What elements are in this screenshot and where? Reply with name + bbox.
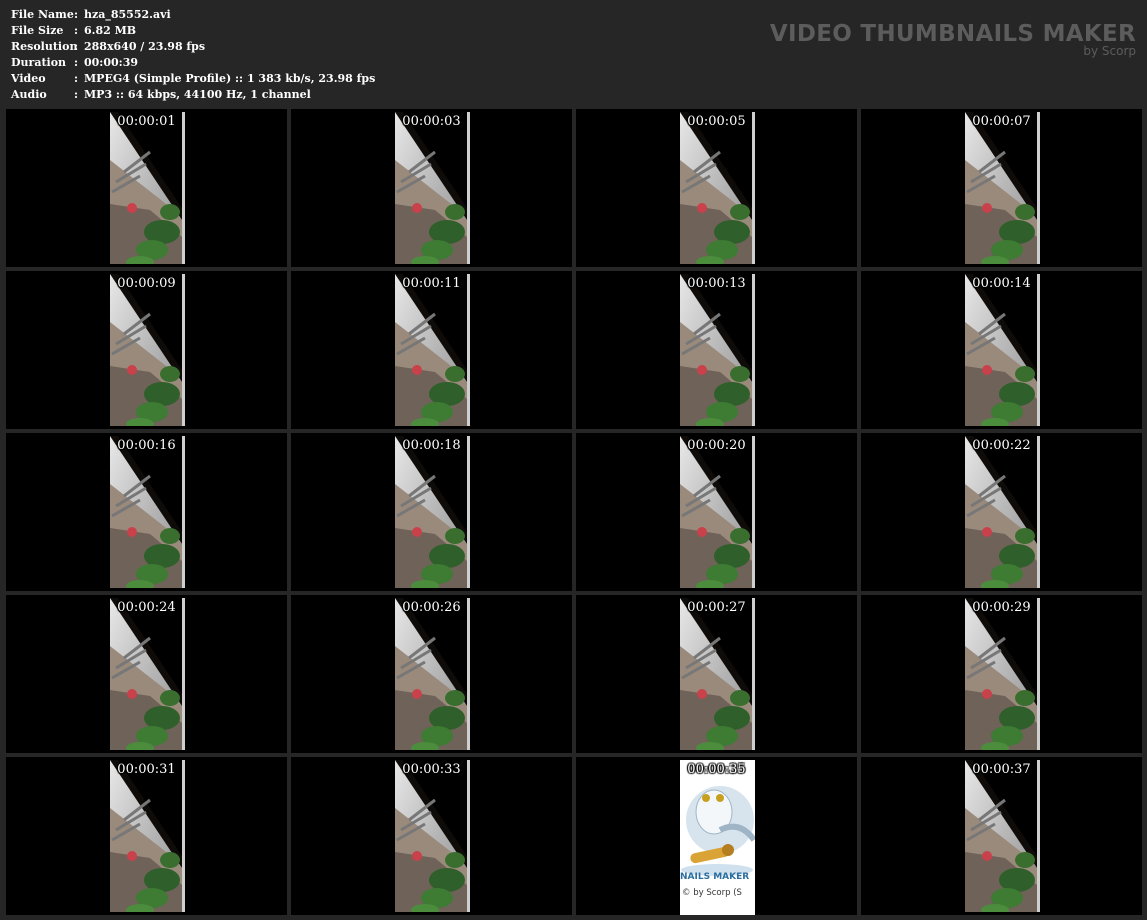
video-frame-image	[965, 112, 1040, 264]
brand-watermark: VIDEO THUMBNAILS MAKER by Scorp	[770, 20, 1136, 57]
thumbnail-cell: 00:00:31	[6, 757, 287, 915]
video-frame-image	[395, 274, 470, 426]
thumbnail-cell: 00:00:11	[291, 271, 572, 429]
logo-credit: © by Scorp (S	[682, 888, 742, 898]
info-separator: :	[74, 24, 79, 37]
info-value: 288x640 / 23.98 fps	[84, 40, 206, 53]
thumbnail-cell: 00:00:05	[576, 109, 857, 267]
thumbnail-cell: 00:00:33	[291, 757, 572, 915]
logo-frame: NAILS MAKER © by Scorp (S	[680, 760, 755, 915]
info-label: File Size	[11, 24, 64, 37]
file-info-panel: File Name : hza_85552.avi File Size : 6.…	[11, 7, 375, 103]
info-label: Resolution	[11, 40, 78, 53]
video-frame-image	[965, 598, 1040, 750]
thumbnail-cell: 00:00:07	[861, 109, 1142, 267]
video-frame-image	[110, 436, 185, 588]
thumbnail-cell: 00:00:03	[291, 109, 572, 267]
info-row-resolution: Resolution : 288x640 / 23.98 fps	[11, 39, 375, 55]
info-row-audio: Audio : MP3 :: 64 kbps, 44100 Hz, 1 chan…	[11, 87, 375, 103]
info-separator: :	[74, 88, 79, 101]
info-value: hza_85552.avi	[84, 8, 171, 21]
video-frame-image	[395, 598, 470, 750]
video-frame-image	[965, 274, 1040, 426]
video-frame-image	[395, 112, 470, 264]
thumbnail-grid: 00:00:01 00:00:03 00:00:05 00:00:07 00:0…	[6, 109, 1142, 915]
info-separator: :	[74, 8, 79, 21]
thumbnail-cell: 00:00:24	[6, 595, 287, 753]
thumbnail-cell: 00:00:16	[6, 433, 287, 591]
video-frame-image	[680, 436, 755, 588]
info-row-video: Video : MPEG4 (Simple Profile) :: 1 383 …	[11, 71, 375, 87]
video-frame-image	[965, 436, 1040, 588]
info-label: Duration	[11, 56, 67, 69]
info-separator: :	[74, 72, 79, 85]
video-frame-image	[680, 274, 755, 426]
thumbnail-cell: 00:00:27	[576, 595, 857, 753]
thumbnail-cell: 00:00:13	[576, 271, 857, 429]
info-row-file-size: File Size : 6.82 MB	[11, 23, 375, 39]
info-value: 6.82 MB	[84, 24, 137, 37]
thumbnail-cell: 00:00:37	[861, 757, 1142, 915]
info-row-duration: Duration : 00:00:39	[11, 55, 375, 71]
info-value: MP3 :: 64 kbps, 44100 Hz, 1 channel	[84, 88, 311, 101]
thumbnail-cell: 00:00:29	[861, 595, 1142, 753]
thumbnail-cell: NAILS MAKER © by Scorp (S 00:00:35	[576, 757, 857, 915]
video-frame-image	[680, 598, 755, 750]
thumbnail-cell: 00:00:22	[861, 433, 1142, 591]
video-frame-image	[110, 274, 185, 426]
thumbnail-cell: 00:00:18	[291, 433, 572, 591]
info-value: 00:00:39	[84, 56, 139, 69]
thumbnail-cell: 00:00:26	[291, 595, 572, 753]
video-frame-image	[965, 760, 1040, 912]
info-row-file-name: File Name : hza_85552.avi	[11, 7, 375, 23]
info-label: File Name	[11, 8, 74, 21]
video-frame-image	[110, 112, 185, 264]
video-frame-image	[680, 112, 755, 264]
thumbnail-cell: 00:00:20	[576, 433, 857, 591]
video-frame-image	[395, 760, 470, 912]
video-frame-image	[395, 436, 470, 588]
video-frame-image	[110, 598, 185, 750]
video-frame-image	[110, 760, 185, 912]
logo-text: NAILS MAKER	[680, 872, 750, 882]
thumbnail-cell: 00:00:01	[6, 109, 287, 267]
info-label: Video	[11, 72, 46, 85]
info-label: Audio	[11, 88, 47, 101]
thumbnail-cell: 00:00:09	[6, 271, 287, 429]
thumbnail-cell: 00:00:14	[861, 271, 1142, 429]
brand-title: VIDEO THUMBNAILS MAKER	[769, 21, 1136, 47]
info-separator: :	[74, 40, 79, 53]
info-value: MPEG4 (Simple Profile) :: 1 383 kb/s, 23…	[84, 72, 376, 85]
info-separator: :	[74, 56, 79, 69]
